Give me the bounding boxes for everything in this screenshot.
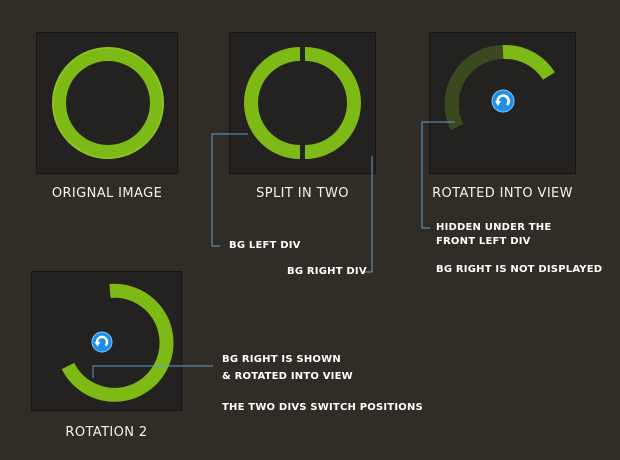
note-hidden-line-2: FRONT LEFT DIV: [436, 236, 531, 247]
note-bg-right-shown-line-1: BG RIGHT IS SHOWN: [222, 354, 341, 365]
panel-original-image: [36, 32, 178, 174]
panel-split-in-two: [229, 32, 376, 174]
note-bg-right-div: BG RIGHT DIV: [287, 266, 367, 277]
caption-original-image: ORIGNAL IMAGE: [51, 186, 163, 201]
panel-rotation-2: [31, 271, 182, 411]
note-two-divs-switch: THE TWO DIVS SWITCH POSITIONS: [222, 402, 423, 413]
note-hidden-line-1: HIDDEN UNDER THE: [436, 222, 552, 233]
caption-rotated-into-view: ROTATED INTO VIEW: [432, 186, 573, 201]
panel-rotated-into-view: [429, 32, 576, 174]
note-bg-left-div: BG LEFT DIV: [229, 240, 301, 251]
note-bg-right-not-displayed: BG RIGHT IS NOT DISPLAYED: [436, 264, 603, 275]
note-bg-right-shown-line-2: & ROTATED INTO VIEW: [222, 371, 353, 382]
caption-rotation-2: ROTATION 2: [65, 425, 148, 440]
caption-split-in-two: SPLIT IN TWO: [256, 186, 349, 201]
